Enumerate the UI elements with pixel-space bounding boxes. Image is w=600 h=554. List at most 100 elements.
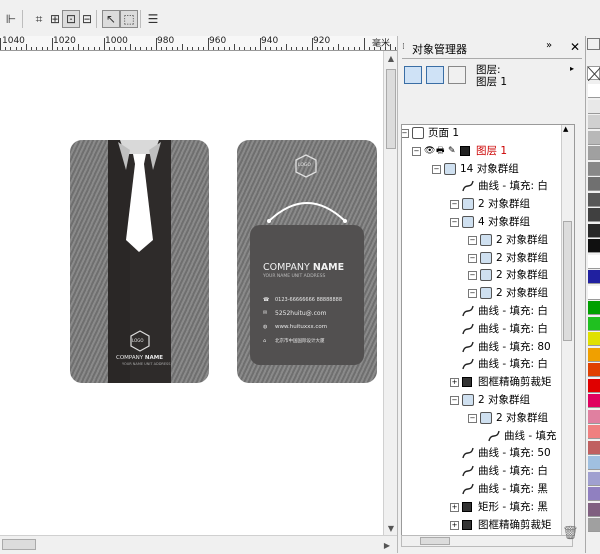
- new-master-layer-icon[interactable]: [426, 526, 442, 542]
- scroll-up-icon[interactable]: ▲: [384, 51, 398, 65]
- color-swatch[interactable]: [588, 409, 600, 424]
- object-tree[interactable]: − 页面 1− 👁 🖶 ✎ 图层 1−14 对象群组 曲线 - 填充: 白 −2 对象群组 −4…: [401, 124, 575, 536]
- expand-toggle-icon[interactable]: −: [402, 129, 409, 138]
- palette-menu-icon[interactable]: [587, 38, 600, 50]
- tree-row[interactable]: − 2 对象群组: [402, 250, 574, 267]
- color-swatch[interactable]: [588, 223, 600, 238]
- tree-row[interactable]: 曲线 - 填充: 白: [402, 356, 574, 373]
- business-card-front[interactable]: LOGO COMPANY NAME YOUR NAME UNIT ADDRESS: [70, 140, 209, 383]
- color-swatch[interactable]: [588, 301, 600, 315]
- edit-across-layers-icon[interactable]: [426, 66, 444, 84]
- color-swatch[interactable]: [588, 440, 600, 455]
- color-swatch[interactable]: [588, 378, 600, 393]
- close-icon[interactable]: ✕: [570, 40, 580, 54]
- color-swatch[interactable]: [588, 347, 600, 362]
- expand-toggle-icon[interactable]: −: [432, 164, 441, 174]
- expand-toggle-icon[interactable]: −: [468, 289, 477, 299]
- canvas-vertical-scrollbar[interactable]: ▲ ▼: [383, 51, 398, 535]
- color-swatch[interactable]: [588, 239, 600, 253]
- tree-row[interactable]: − 2 对象群组: [402, 232, 574, 249]
- expand-toggle-icon[interactable]: −: [468, 271, 477, 281]
- color-swatch[interactable]: [588, 425, 600, 439]
- color-swatch[interactable]: [588, 394, 600, 408]
- tree-scroll-thumb[interactable]: [563, 221, 572, 341]
- panel-menu-icon[interactable]: ▸: [570, 64, 574, 73]
- tree-row[interactable]: − 页面 1: [402, 125, 574, 142]
- expand-toggle-icon[interactable]: −: [412, 146, 421, 156]
- tree-row[interactable]: 曲线 - 填充: [402, 428, 574, 445]
- expand-toggle-icon[interactable]: −: [450, 218, 459, 227]
- expand-toggle-icon[interactable]: +: [450, 502, 459, 512]
- layer-manager-view-icon[interactable]: [448, 66, 466, 84]
- tree-row[interactable]: 曲线 - 填充: 白: [402, 463, 574, 480]
- ruler-tick: [395, 47, 396, 50]
- tree-row[interactable]: 曲线 - 填充: 白: [402, 178, 574, 195]
- color-swatch[interactable]: [588, 471, 600, 486]
- printer-icon[interactable]: 🖶: [436, 143, 445, 160]
- no-fill-swatch[interactable]: [587, 66, 600, 82]
- expand-toggle-icon[interactable]: −: [468, 413, 477, 423]
- expand-toggle-icon[interactable]: −: [450, 396, 459, 405]
- expand-toggle-icon[interactable]: −: [468, 253, 477, 263]
- color-swatch[interactable]: [588, 177, 600, 191]
- tree-row[interactable]: − 2 对象群组: [402, 267, 574, 284]
- color-swatch[interactable]: [588, 130, 600, 145]
- color-swatch[interactable]: [588, 84, 600, 98]
- toolbar: ⊩ ⌗ ⊞ ⊡ ⊟ ↖ ⬚ ☰: [0, 0, 397, 37]
- tree-row[interactable]: − 2 对象群组: [402, 285, 574, 302]
- canvas-vscroll-thumb[interactable]: [386, 69, 396, 149]
- tree-row[interactable]: − 2 对象群组: [402, 392, 574, 409]
- canvas-horizontal-scrollbar[interactable]: ▶: [0, 535, 397, 554]
- color-swatch[interactable]: [588, 316, 600, 331]
- tree-row[interactable]: − 2 对象群组: [402, 196, 574, 213]
- tree-row[interactable]: − 4 对象群组: [402, 214, 574, 231]
- color-swatch[interactable]: [588, 285, 600, 300]
- tree-row[interactable]: + 矩形 - 填充: 黑: [402, 499, 574, 516]
- snap-icon[interactable]: ⊩: [2, 10, 20, 28]
- color-swatch[interactable]: [588, 518, 600, 532]
- tree-row[interactable]: − 14 对象群组: [402, 161, 574, 178]
- tree-row[interactable]: + 图框精确剪裁矩: [402, 374, 574, 391]
- expand-toggle-icon[interactable]: +: [450, 520, 459, 530]
- delete-trash-icon[interactable]: 🗑: [562, 526, 579, 541]
- color-swatch[interactable]: [588, 363, 600, 377]
- color-swatch[interactable]: [588, 208, 600, 222]
- tree-row[interactable]: 曲线 - 填充: 50: [402, 445, 574, 462]
- tree-row[interactable]: 曲线 - 填充: 白: [402, 303, 574, 320]
- color-swatch[interactable]: [588, 254, 600, 269]
- tree-vertical-scrollbar[interactable]: ▲: [561, 125, 574, 535]
- tree-scroll-up-icon[interactable]: ▲: [563, 125, 568, 133]
- canvas-hscroll-thumb[interactable]: [2, 539, 36, 550]
- tree-row[interactable]: 曲线 - 填充: 黑: [402, 481, 574, 498]
- scroll-right-icon[interactable]: ▶: [380, 538, 394, 552]
- color-swatch[interactable]: [588, 456, 600, 470]
- color-swatch[interactable]: [588, 270, 600, 284]
- color-swatch[interactable]: [588, 161, 600, 176]
- tree-row[interactable]: − 👁 🖶 ✎ 图层 1: [402, 143, 574, 160]
- expand-toggle-icon[interactable]: −: [450, 200, 459, 210]
- visibility-eye-icon[interactable]: 👁: [424, 143, 435, 160]
- collapse-icon[interactable]: »: [546, 40, 552, 51]
- color-palette[interactable]: [585, 36, 600, 553]
- tree-row[interactable]: − 2 对象群组: [402, 410, 574, 427]
- business-card-back[interactable]: LOGO COMPANY NAME YOUR NAME UNIT ADDRESS…: [237, 140, 377, 383]
- tree-row[interactable]: 曲线 - 填充: 80: [402, 339, 574, 356]
- color-swatch[interactable]: [588, 115, 600, 129]
- color-swatch[interactable]: [588, 502, 600, 517]
- color-swatch[interactable]: [588, 487, 600, 501]
- color-swatch[interactable]: [588, 99, 600, 114]
- color-swatch[interactable]: [588, 146, 600, 160]
- marquee-select-icon[interactable]: ⬚: [120, 10, 138, 28]
- pointer-select-icon[interactable]: ↖: [102, 10, 120, 28]
- new-layer-icon[interactable]: [404, 526, 420, 542]
- show-properties-icon[interactable]: [404, 66, 422, 84]
- tree-row[interactable]: 曲线 - 填充: 白: [402, 321, 574, 338]
- expand-toggle-icon[interactable]: +: [450, 378, 459, 388]
- expand-toggle-icon[interactable]: −: [468, 235, 477, 245]
- color-swatch[interactable]: [588, 332, 600, 346]
- snap-objects-icon[interactable]: ⊟: [78, 10, 96, 28]
- scroll-down-icon[interactable]: ▼: [384, 521, 398, 535]
- options-icon[interactable]: ☰: [144, 10, 162, 28]
- color-swatch[interactable]: [588, 192, 600, 207]
- edit-pencil-icon[interactable]: ✎: [448, 143, 456, 160]
